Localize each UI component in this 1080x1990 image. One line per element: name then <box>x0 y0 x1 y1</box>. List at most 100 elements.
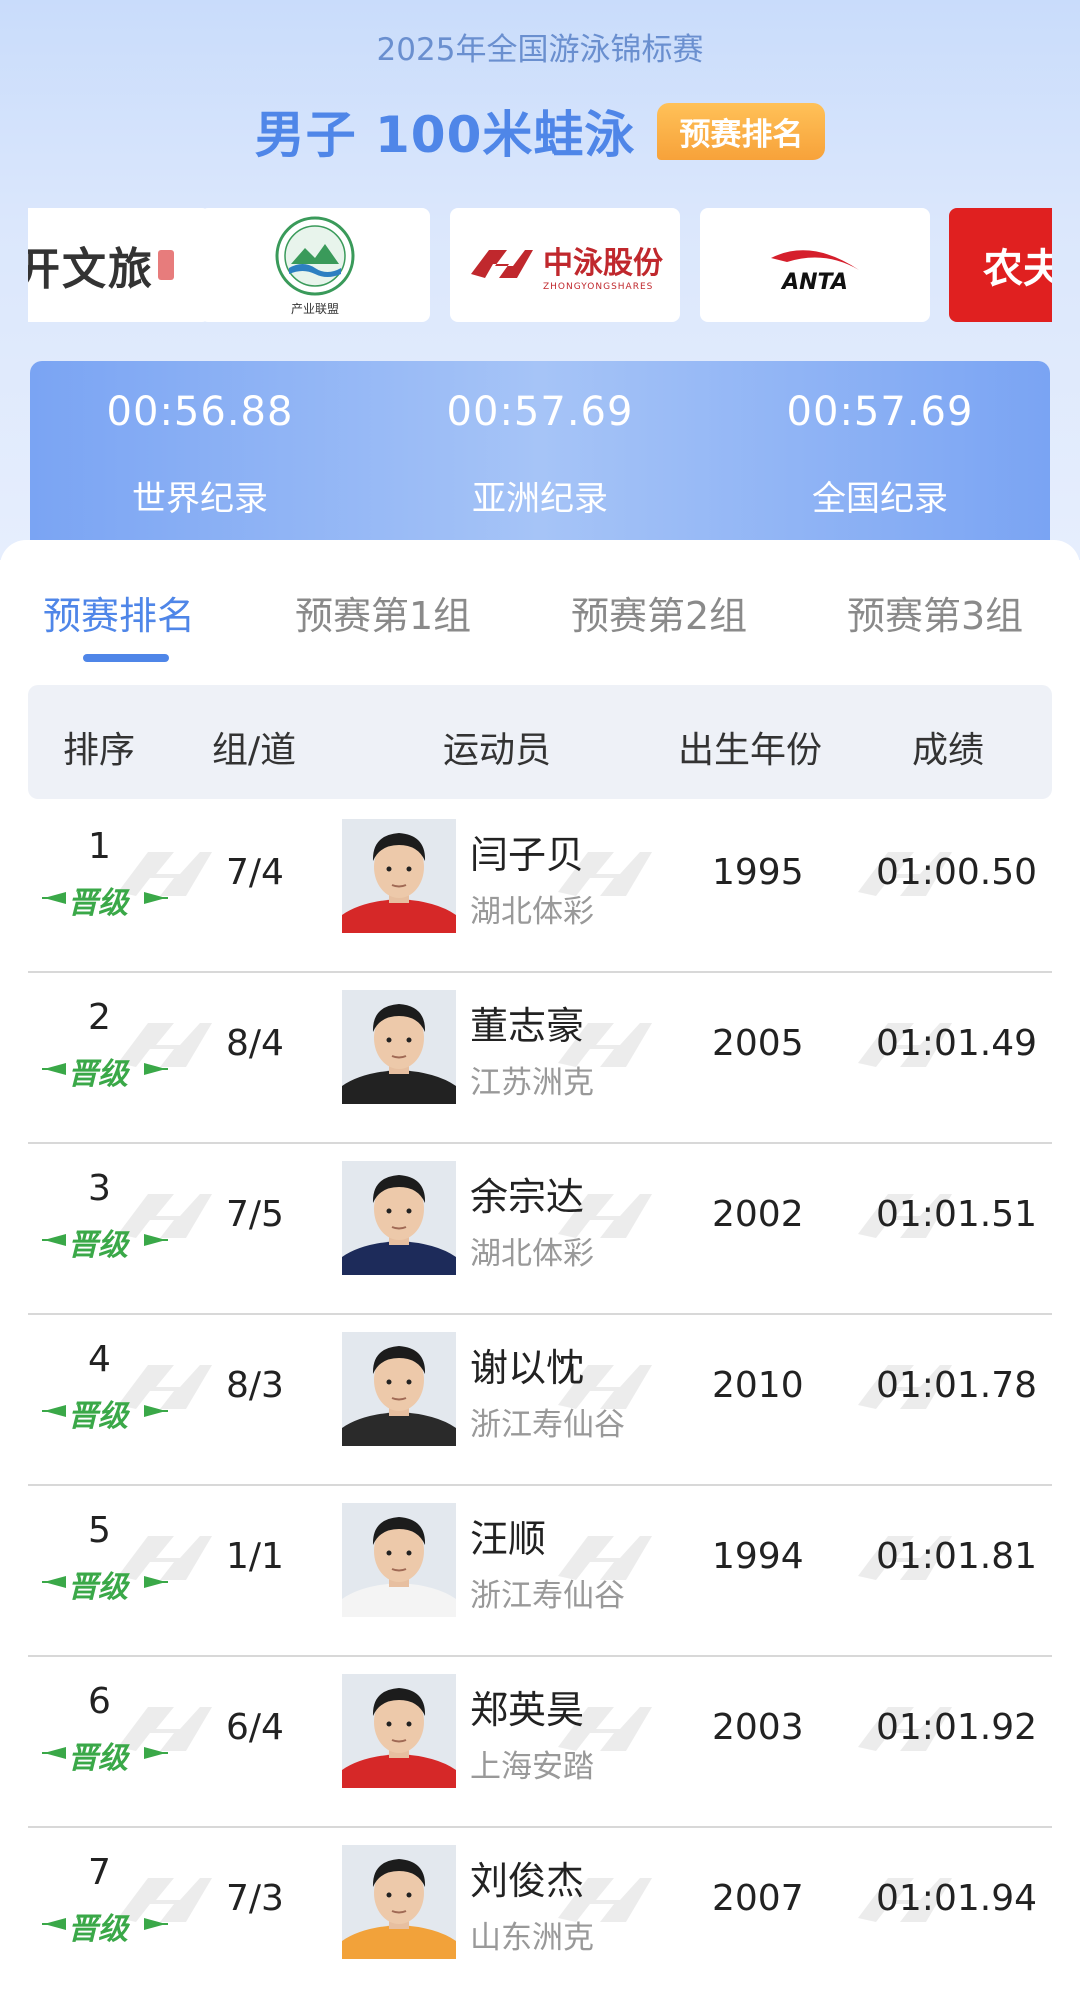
avatar-icon <box>342 1332 456 1446</box>
tab-heats-ranking[interactable]: 预赛排名 <box>43 585 195 640</box>
advance-label: 晋级 <box>68 1399 128 1434</box>
table-row[interactable]: 3 晋级 7/5 余宗达 湖北体彩 2002 01:01.51 <box>28 1144 1052 1315</box>
record-asia-time: 00:57.69 <box>446 389 634 435</box>
birth-year: 2005 <box>712 1023 804 1064</box>
sponsor-carousel[interactable]: 开文旅 产业联盟 中泳股份 ZHONGYONGSHARES ANTA 农夫 <box>28 208 1052 322</box>
tab-heat-1[interactable]: 预赛第1组 <box>295 585 471 640</box>
record-national: 00:57.69 全国纪录 <box>710 361 1050 531</box>
athlete-name[interactable]: 董志豪 <box>470 995 584 1050</box>
athlete-name[interactable]: 汪顺 <box>470 1508 546 1563</box>
result-time: 01:01.78 <box>876 1365 1037 1406</box>
alliance-label: 产业联盟 <box>290 301 339 316</box>
record-world-time: 00:56.88 <box>106 389 294 435</box>
avatar-icon <box>342 819 456 933</box>
athlete-name[interactable]: 刘俊杰 <box>470 1850 584 1905</box>
avatar-icon <box>342 1503 456 1617</box>
zhongyong-label: 中泳股份 <box>543 246 663 281</box>
athlete-photo[interactable] <box>342 1332 456 1446</box>
rank-number: 1 <box>88 826 111 867</box>
advance-badge: 晋级 <box>40 1391 170 1434</box>
result-time: 01:01.49 <box>876 1023 1037 1064</box>
table-row[interactable]: 7 晋级 7/3 刘俊杰 山东洲克 2007 01:01.94 <box>28 1828 1052 1990</box>
athlete-team: 浙江寿仙谷 <box>470 1407 625 1443</box>
athlete-team: 山东洲克 <box>470 1920 594 1956</box>
advance-badge: 晋级 <box>40 1904 170 1947</box>
record-asia-label: 亚洲纪录 <box>472 479 608 519</box>
result-time: 01:01.92 <box>876 1707 1037 1748</box>
nongfu-logo: 农夫 <box>983 245 1052 292</box>
sponsor-wenlv[interactable]: 开文旅 <box>28 208 210 322</box>
header-banner: 2025年全国游泳锦标赛 男子 100米蛙泳 预赛排名 开文旅 产业联盟 中泳股… <box>0 0 1080 571</box>
athlete-photo[interactable] <box>342 1845 456 1959</box>
wenlv-logo: 开文旅 <box>28 244 154 295</box>
col-athlete: 运动员 <box>443 730 552 771</box>
advance-label: 晋级 <box>68 1741 128 1776</box>
rank-number: 2 <box>88 997 111 1038</box>
col-heat-lane: 组/道 <box>212 730 297 771</box>
athlete-name[interactable]: 闫子贝 <box>470 824 584 879</box>
col-birth-year: 出生年份 <box>678 730 823 771</box>
athlete-name[interactable]: 余宗达 <box>470 1166 584 1221</box>
athlete-photo[interactable] <box>342 1503 456 1617</box>
avatar-icon <box>342 1674 456 1788</box>
heat-lane: 8/4 <box>226 1023 284 1064</box>
athlete-photo[interactable] <box>342 1161 456 1275</box>
birth-year: 2003 <box>712 1707 804 1748</box>
heat-lane: 7/5 <box>226 1194 284 1235</box>
tab-heat-2[interactable]: 预赛第2组 <box>571 585 747 640</box>
athlete-team: 湖北体彩 <box>470 894 594 930</box>
record-national-time: 00:57.69 <box>786 389 974 435</box>
record-world: 00:56.88 世界纪录 <box>30 361 370 531</box>
record-world-label: 世界纪录 <box>132 479 268 519</box>
athlete-team: 江苏洲克 <box>470 1065 594 1101</box>
avatar-icon <box>342 990 456 1104</box>
rank-number: 6 <box>88 1681 111 1722</box>
record-asia: 00:57.69 亚洲纪录 <box>370 361 710 531</box>
table-row[interactable]: 4 晋级 8/3 谢以忱 浙江寿仙谷 2010 01:01.78 <box>28 1315 1052 1486</box>
birth-year: 2010 <box>712 1365 804 1406</box>
advance-label: 晋级 <box>68 1912 128 1947</box>
advance-badge: 晋级 <box>40 1220 170 1263</box>
seal-icon <box>158 250 174 280</box>
result-time: 01:01.94 <box>876 1878 1037 1919</box>
advance-label: 晋级 <box>68 886 128 921</box>
event-title-row: 男子 100米蛙泳 预赛排名 <box>0 95 1080 167</box>
anta-label: ANTA <box>782 269 848 295</box>
heat-lane: 7/3 <box>226 1878 284 1919</box>
heat-lane: 8/3 <box>226 1365 284 1406</box>
athlete-name[interactable]: 郑英昊 <box>470 1679 584 1734</box>
sponsor-anta[interactable]: ANTA <box>700 208 930 322</box>
birth-year: 1994 <box>712 1536 804 1577</box>
heat-lane: 6/4 <box>226 1707 284 1748</box>
col-rank: 排序 <box>63 730 136 771</box>
rank-number: 4 <box>88 1339 111 1380</box>
athlete-team: 湖北体彩 <box>470 1236 594 1272</box>
sponsor-nongfu[interactable]: 农夫 <box>949 208 1052 322</box>
heat-lane: 1/1 <box>226 1536 284 1577</box>
athlete-team: 上海安踏 <box>470 1749 594 1785</box>
sponsor-zhongyong[interactable]: 中泳股份 ZHONGYONGSHARES <box>450 208 680 322</box>
table-row[interactable]: 5 晋级 1/1 汪顺 浙江寿仙谷 1994 01:01.81 <box>28 1486 1052 1657</box>
birth-year: 2007 <box>712 1878 804 1919</box>
athlete-name[interactable]: 谢以忱 <box>470 1337 584 1392</box>
avatar-icon <box>342 1161 456 1275</box>
heat-lane: 7/4 <box>226 852 284 893</box>
table-row[interactable]: 2 晋级 8/4 董志豪 江苏洲克 2005 01:01.49 <box>28 973 1052 1144</box>
birth-year: 2002 <box>712 1194 804 1235</box>
advance-badge: 晋级 <box>40 1049 170 1092</box>
rank-number: 3 <box>88 1168 111 1209</box>
result-time: 01:01.81 <box>876 1536 1037 1577</box>
result-time: 01:01.51 <box>876 1194 1037 1235</box>
tab-heat-3[interactable]: 预赛第3组 <box>847 585 1023 640</box>
tab-active-indicator <box>83 654 169 662</box>
athlete-photo[interactable] <box>342 819 456 933</box>
athlete-photo[interactable] <box>342 990 456 1104</box>
table-row[interactable]: 1 晋级 7/4 闫子贝 湖北体彩 1995 01:00.50 <box>28 802 1052 973</box>
rank-number: 7 <box>88 1852 111 1893</box>
athlete-team: 浙江寿仙谷 <box>470 1578 625 1614</box>
table-row[interactable]: 6 晋级 6/4 郑英昊 上海安踏 2003 01:01.92 <box>28 1657 1052 1828</box>
athlete-photo[interactable] <box>342 1674 456 1788</box>
alliance-seal-logo <box>275 216 355 295</box>
sponsor-alliance[interactable]: 产业联盟 <box>200 208 430 322</box>
zhongyong-sub: ZHONGYONGSHARES <box>543 282 654 292</box>
